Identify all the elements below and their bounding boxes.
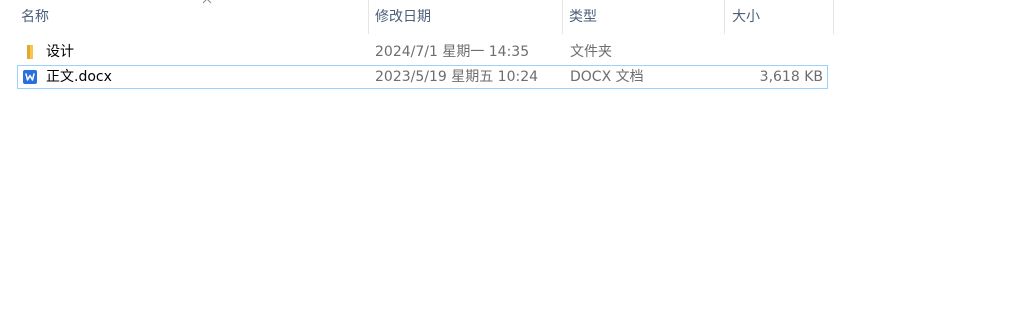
file-date-modified: 2024/7/1 星期一 14:35 — [375, 44, 530, 60]
file-name: 设计 — [46, 44, 74, 60]
file-date-modified: 2023/5/19 星期五 10:24 — [375, 69, 539, 85]
sort-ascending-icon — [202, 0, 212, 4]
file-type: DOCX 文档 — [570, 69, 644, 85]
column-header-size-label: 大小 — [732, 9, 760, 25]
column-header-type-label: 类型 — [569, 9, 597, 25]
file-row-folder[interactable]: 设计 2024/7/1 星期一 14:35 文件夹 — [17, 40, 828, 64]
column-header-size[interactable]: 大小 — [725, 0, 834, 34]
column-header-date-label: 修改日期 — [375, 9, 431, 25]
folder-icon — [27, 45, 33, 59]
column-header-type[interactable]: 类型 — [563, 0, 725, 34]
docx-icon — [23, 70, 37, 84]
file-row-docx[interactable]: 正文.docx 2023/5/19 星期五 10:24 DOCX 文档 3,61… — [17, 65, 828, 89]
column-header-row: 名称 修改日期 类型 大小 — [0, 0, 834, 34]
file-explorer-details-view: 名称 修改日期 类型 大小 设计 2024/7/1 星期一 14:35 文件夹 — [0, 0, 1024, 311]
file-type: 文件夹 — [570, 44, 612, 60]
file-size: 3,618 KB — [759, 69, 823, 85]
column-header-name[interactable]: 名称 — [17, 0, 369, 34]
column-header-name-label: 名称 — [21, 9, 49, 25]
file-name: 正文.docx — [46, 69, 112, 85]
column-header-date-modified[interactable]: 修改日期 — [369, 0, 563, 34]
